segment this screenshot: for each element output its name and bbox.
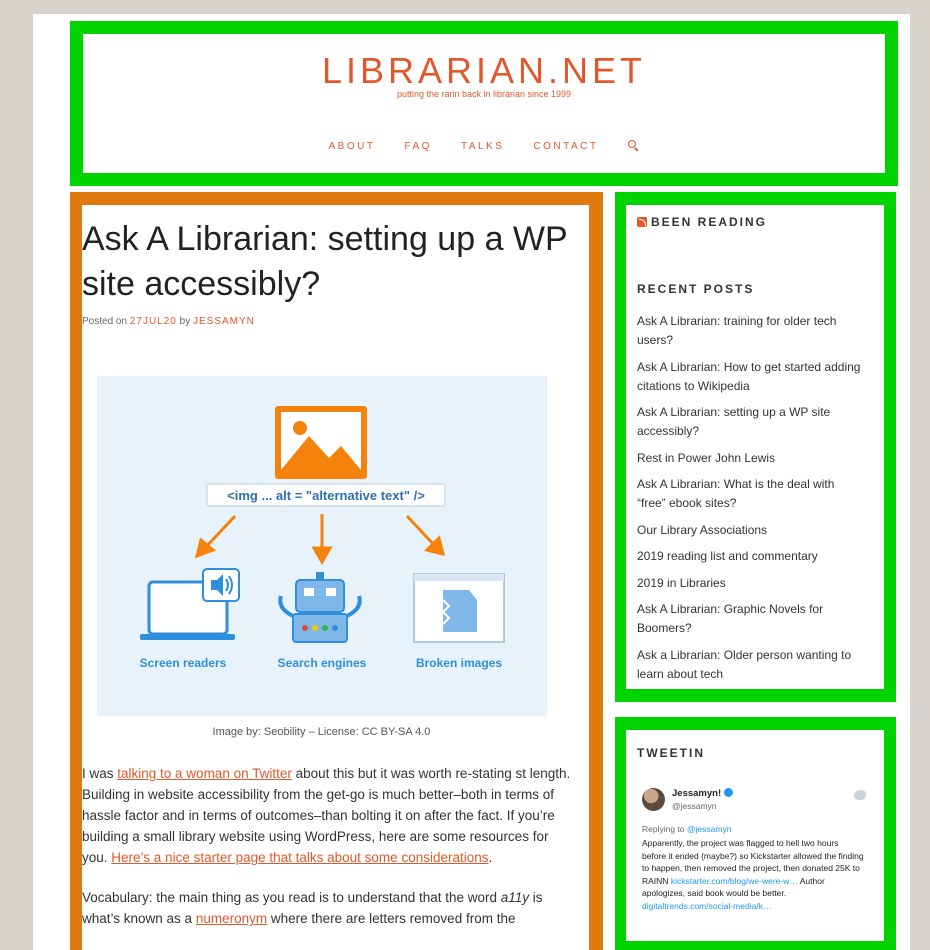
post-article: Ask A Librarian: setting up a WP site ac… xyxy=(82,205,589,950)
post-title: Ask A Librarian: setting up a WP site ac… xyxy=(82,220,568,303)
robot-icon xyxy=(278,572,362,643)
tweetin-inner: TWEETIN Jessamyn! @jessamyn Replying to … xyxy=(626,730,884,941)
label-broken-images: Broken images xyxy=(416,656,502,670)
embedded-tweet[interactable]: Jessamyn! @jessamyn Replying to @jessamy… xyxy=(636,780,872,930)
nav-talks[interactable]: TALKS xyxy=(461,141,504,152)
avatar[interactable] xyxy=(642,788,665,811)
tweet-handle[interactable]: @jessamyn xyxy=(672,800,717,813)
been-reading-label[interactable]: BEEN READING xyxy=(651,215,767,229)
recent-posts-widget: RECENT POSTS Ask A Librarian: training f… xyxy=(637,282,862,689)
site-header: LIBRARIAN.NET putting the rarin back in … xyxy=(70,21,898,186)
main-content: Ask A Librarian: setting up a WP site ac… xyxy=(70,192,603,950)
tweetin-title: TWEETIN xyxy=(637,746,705,760)
nav-faq[interactable]: FAQ xyxy=(404,141,432,152)
reply-handle-link[interactable]: @jessamyn xyxy=(687,824,732,834)
digitaltrends-link[interactable]: digitaltrends.com/social-media/k… xyxy=(642,901,771,911)
recent-post-link[interactable]: Ask A Librarian: setting up a WP site ac… xyxy=(637,403,862,441)
text-run: I was xyxy=(82,766,118,781)
reply-to: Replying to @jessamyn xyxy=(642,823,731,836)
label-screen-readers: Screen readers xyxy=(140,656,227,670)
tweetin-widget: TWEETIN Jessamyn! @jessamyn Replying to … xyxy=(615,717,896,950)
recent-post-link[interactable]: 2019 reading list and commentary xyxy=(637,547,862,566)
a11y-term: a11y xyxy=(500,890,530,905)
tweet-text: Apparently, the project was flagged to h… xyxy=(642,837,864,912)
twitter-link[interactable]: talking to a woman on Twitter xyxy=(117,766,292,781)
post-body: I was talking to a woman on Twitter abou… xyxy=(82,763,572,948)
tweet-author[interactable]: Jessamyn! xyxy=(672,788,734,801)
text-run: where there are letters removed from the xyxy=(267,911,516,926)
text-run: . xyxy=(488,850,493,865)
twitter-bird-icon[interactable] xyxy=(854,790,866,800)
nav-about[interactable]: ABOUT xyxy=(329,141,376,152)
recent-post-link[interactable]: 2019 in Libraries xyxy=(637,574,862,593)
sidebar-widgets: BEEN READING RECENT POSTS Ask A Libraria… xyxy=(615,192,896,702)
sidebar-inner: BEEN READING RECENT POSTS Ask A Libraria… xyxy=(626,205,884,689)
starter-page-link[interactable]: Here’s a nice starter page that talks ab… xyxy=(111,850,488,865)
paragraph: I was talking to a woman on Twitter abou… xyxy=(82,763,572,868)
posted-on-label: Posted on xyxy=(82,316,128,327)
author-link[interactable]: JESSAMYN xyxy=(193,316,255,327)
header-inner: LIBRARIAN.NET putting the rarin back in … xyxy=(83,34,885,173)
by-label: by xyxy=(179,316,191,327)
recent-post-link[interactable]: Ask A Librarian: How to get started addi… xyxy=(637,358,862,396)
recent-post-link[interactable]: Ask a Librarian: Older person wanting to… xyxy=(637,646,862,684)
search-icon[interactable] xyxy=(627,140,640,152)
alt-code-label: <img ... alt = "alternative text" /> xyxy=(227,488,425,503)
broken-image-icon xyxy=(413,573,505,643)
been-reading-title[interactable]: BEEN READING xyxy=(637,215,767,229)
nav-contact[interactable]: CONTACT xyxy=(533,141,598,152)
image-icon xyxy=(275,406,367,479)
recent-posts-list: Ask A Librarian: training for older tech… xyxy=(637,312,862,684)
main-nav: ABOUT FAQ TALKS CONTACT xyxy=(83,140,885,152)
recent-post-link[interactable]: Rest in Power John Lewis xyxy=(637,449,862,468)
text-run: Vocabulary: the main thing as you read i… xyxy=(82,890,501,905)
recent-post-link[interactable]: Ask A Librarian: training for older tech… xyxy=(637,312,862,350)
recent-post-link[interactable]: Ask A Librarian: What is the deal with “… xyxy=(637,475,862,513)
numeronym-link[interactable]: numeronym xyxy=(196,911,267,926)
kickstarter-link[interactable]: kickstarter.com/blog/we-were-w… xyxy=(671,876,798,886)
site-title[interactable]: LIBRARIAN.NET xyxy=(83,50,885,92)
figure-caption: Image by: Seobility – License: CC BY-SA … xyxy=(212,726,431,738)
paragraph: Vocabulary: the main thing as you read i… xyxy=(82,887,572,929)
post-meta: Posted on 27JUL20 by JESSAMYN xyxy=(82,316,255,327)
laptop-speaker-icon xyxy=(140,568,240,640)
reply-prefix: Replying to xyxy=(642,824,687,834)
arrow-icons xyxy=(194,514,446,566)
rss-icon[interactable] xyxy=(637,217,647,227)
recent-posts-title: RECENT POSTS xyxy=(637,282,755,296)
post-figure: <img ... alt = "alternative text" /> Scr… xyxy=(97,376,547,716)
recent-post-link[interactable]: Our Library Associations xyxy=(637,521,862,540)
post-date-link[interactable]: 27JUL20 xyxy=(130,316,177,327)
label-search-engines: Search engines xyxy=(278,656,367,670)
tweet-author-name[interactable]: Jessamyn! xyxy=(672,788,721,799)
alt-text-diagram: <img ... alt = "alternative text" /> Scr… xyxy=(140,406,505,670)
recent-post-link[interactable]: Ask A Librarian: Graphic Novels for Boom… xyxy=(637,600,862,638)
verified-icon xyxy=(724,788,734,797)
site-tagline: putting the rarin back in librarian sinc… xyxy=(396,89,572,99)
